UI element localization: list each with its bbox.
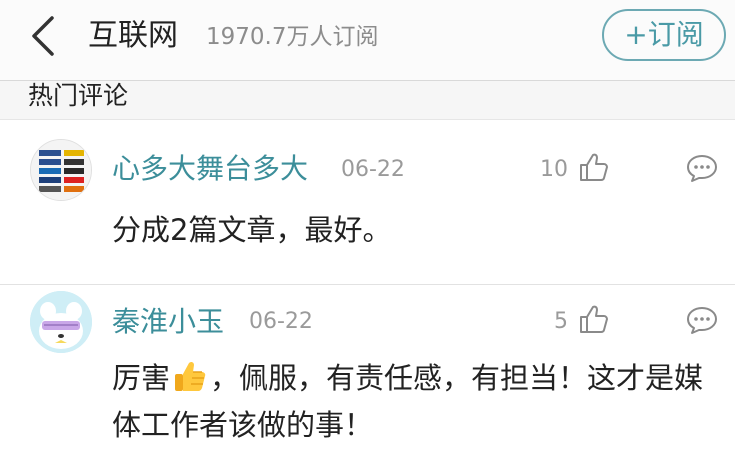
like-count: 5: [554, 309, 568, 334]
comment-text: 分成2篇文章，最好。: [112, 213, 392, 247]
comment-date: 06-22: [249, 309, 313, 334]
section-title: 热门评论: [28, 81, 129, 110]
thumbs-up-emoji-icon: [172, 358, 208, 394]
comment-text: 厉害 ，佩服，有责任感，有担当！这才是媒体工作者该做的事！: [112, 355, 712, 449]
avatar[interactable]: [30, 139, 92, 201]
thumbs-up-icon: [580, 305, 608, 333]
avatar[interactable]: [30, 291, 92, 353]
comment-username[interactable]: 秦淮小玉: [112, 304, 224, 340]
back-button[interactable]: [26, 14, 66, 58]
like-button[interactable]: [578, 303, 610, 335]
comment-item: 心多大舞台多大 06-22 10 分成2篇文章，最好。: [0, 119, 735, 285]
channel-title: 互联网: [88, 18, 178, 53]
comment-username[interactable]: 心多大舞台多大: [112, 151, 308, 187]
like-count: 10: [540, 157, 568, 182]
subscribe-button[interactable]: +订阅: [602, 9, 726, 61]
back-arrow-icon: [32, 16, 54, 56]
speech-bubble-icon: [687, 307, 717, 334]
tire-brands-logo-avatar: [31, 140, 91, 200]
thumbs-up-icon: [580, 153, 608, 181]
comment-text-before-emoji: 厉害: [112, 361, 171, 395]
comment-date: 06-22: [341, 157, 405, 182]
like-button[interactable]: [578, 151, 610, 183]
reply-button[interactable]: [686, 153, 718, 183]
cartoon-sunglasses-avatar: [30, 291, 92, 353]
speech-bubble-icon: [687, 155, 717, 182]
subscriber-count: 1970.7万人订阅: [206, 24, 379, 50]
reply-button[interactable]: [686, 305, 718, 335]
top-nav-bar: 互联网 1970.7万人订阅 +订阅: [0, 0, 735, 81]
comment-item: 秦淮小玉 06-22 5 厉害 ，佩服，有责任感，有担当！这才是媒体工作者该做的…: [0, 285, 735, 461]
